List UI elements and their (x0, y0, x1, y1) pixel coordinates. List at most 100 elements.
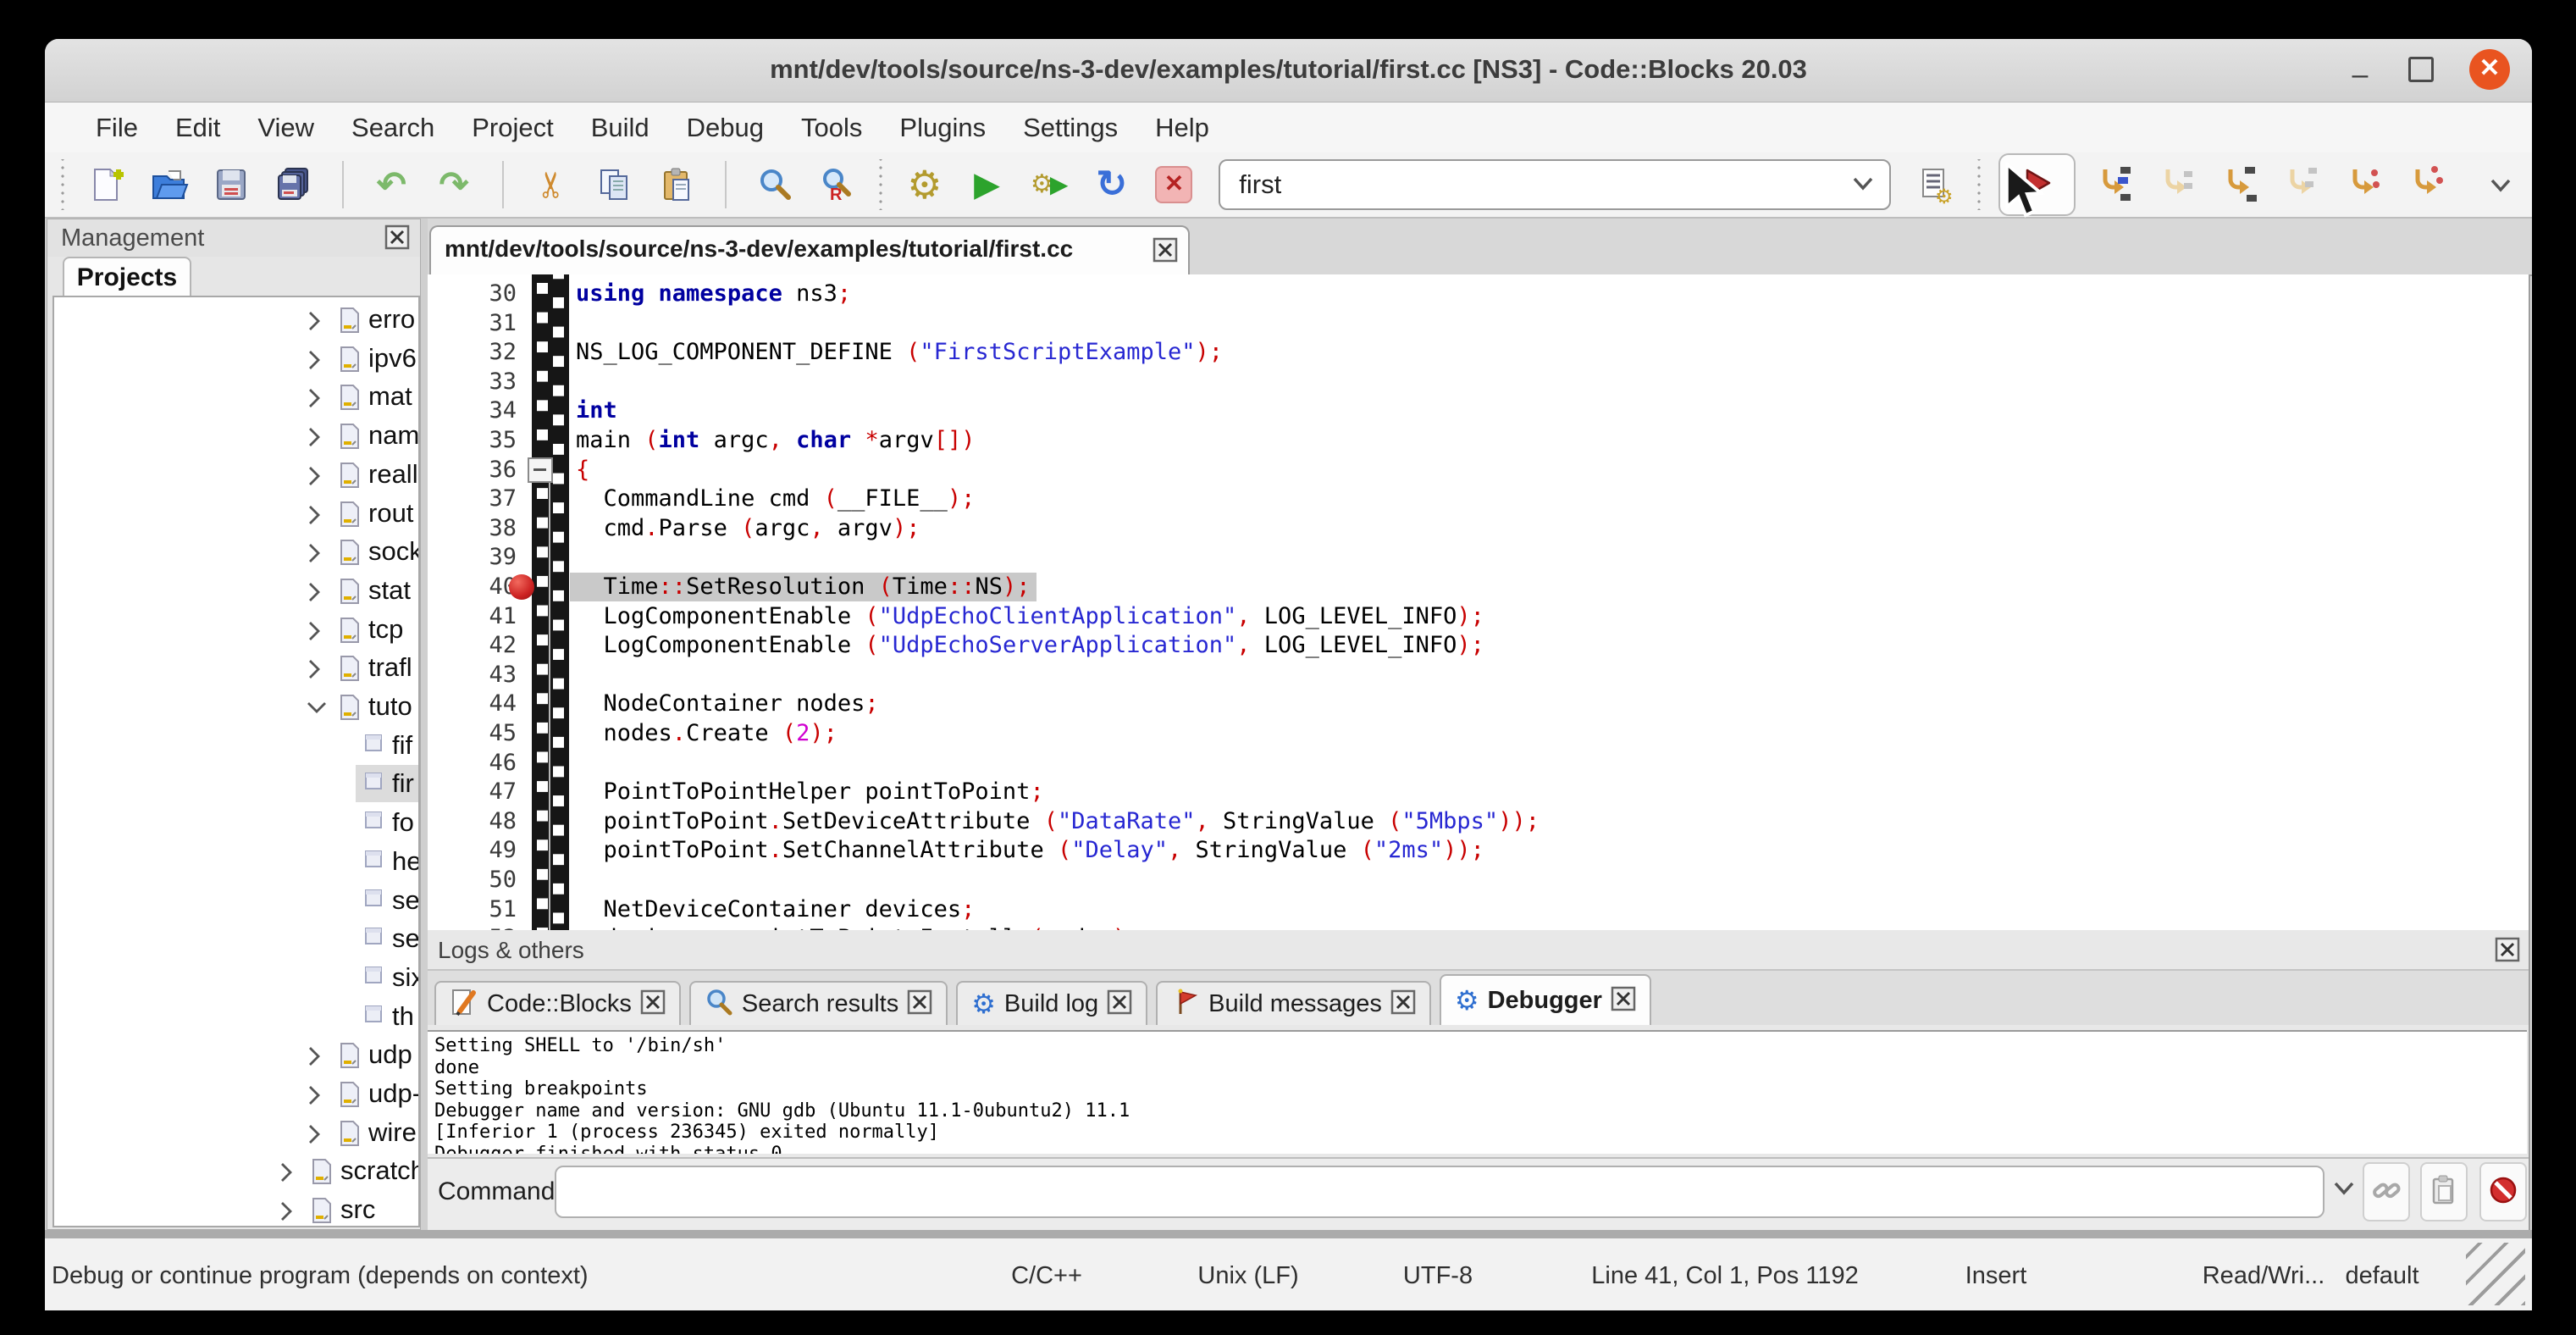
save-button[interactable] (211, 161, 252, 208)
step-into-button[interactable] (2219, 161, 2259, 208)
chevron-down-icon[interactable] (1850, 173, 1876, 197)
toolbar-grip[interactable] (1975, 159, 1983, 210)
tree-item-se[interactable]: se (54, 920, 418, 959)
close-icon[interactable] (1611, 986, 1636, 1016)
code-line-40[interactable]: 40 Time::SetResolution (Time::NS); (428, 573, 2529, 602)
menu-build[interactable]: Build (591, 113, 650, 143)
tree-item-th[interactable]: th (54, 998, 418, 1037)
step-into-instruction-button[interactable] (2406, 161, 2446, 208)
chevron-right-icon[interactable] (304, 424, 324, 455)
chevron-right-icon[interactable] (276, 1198, 296, 1227)
close-icon[interactable] (1107, 989, 1132, 1019)
menu-search[interactable]: Search (351, 113, 434, 143)
step-out-button[interactable] (2280, 161, 2321, 208)
run-button[interactable]: ▶ (967, 161, 1008, 208)
tree-item-udp[interactable]: udp (54, 1036, 418, 1075)
logs-tab-code-blocks[interactable]: Code::Blocks (434, 981, 681, 1025)
menu-project[interactable]: Project (472, 113, 553, 143)
copy-output-button[interactable] (2420, 1162, 2468, 1221)
find-button[interactable] (755, 161, 795, 208)
code-line-32[interactable]: 32NS_LOG_COMPONENT_DEFINE ("FirstScriptE… (428, 338, 2529, 368)
cut-button[interactable]: ✂ (532, 161, 572, 208)
tree-item-scratch[interactable]: scratch (54, 1152, 418, 1191)
replace-button[interactable]: R (816, 161, 857, 208)
code-line-46[interactable]: 46 (428, 749, 2529, 778)
chevron-right-icon[interactable] (304, 618, 324, 649)
chevron-right-icon[interactable] (304, 385, 324, 416)
tree-item-ipv6[interactable]: ipv6 (54, 340, 418, 379)
close-icon[interactable] (384, 224, 410, 254)
menu-file[interactable]: File (96, 113, 138, 143)
menu-edit[interactable]: Edit (175, 113, 220, 143)
chevron-right-icon[interactable] (304, 1082, 324, 1113)
chevron-right-icon[interactable] (304, 501, 324, 533)
code-editor[interactable]: 30using namespace ns3;3132NS_LOG_COMPONE… (428, 274, 2530, 930)
chevron-right-icon[interactable] (304, 307, 324, 339)
logs-tab-search-results[interactable]: Search results (689, 981, 948, 1025)
toolbar-overflow-button[interactable] (2480, 161, 2521, 208)
tree-item-fir[interactable]: fir (54, 765, 418, 804)
tree-item-he[interactable]: he (54, 843, 418, 882)
toolbar-grip[interactable] (876, 159, 885, 210)
code-line-49[interactable]: 49 pointToPoint.SetChannelAttribute ("De… (428, 836, 2529, 866)
menu-help[interactable]: Help (1155, 113, 1209, 143)
code-line-31[interactable]: 31 (428, 309, 2529, 339)
chevron-right-icon[interactable] (304, 1043, 324, 1074)
toolbar-grip[interactable] (58, 159, 67, 210)
chevron-right-icon[interactable] (304, 346, 324, 378)
menu-plugins[interactable]: Plugins (899, 113, 986, 143)
copy-button[interactable] (594, 161, 634, 208)
chevron-right-icon[interactable] (304, 656, 324, 687)
close-icon[interactable] (1390, 989, 1416, 1019)
minimize-button[interactable]: – (2347, 53, 2373, 86)
maximize-button[interactable] (2408, 57, 2434, 82)
next-instruction-button[interactable] (2343, 161, 2384, 208)
build-target-combobox[interactable]: first (1219, 159, 1890, 210)
chevron-right-icon[interactable] (304, 1121, 324, 1152)
code-line-47[interactable]: 47 PointToPointHelper pointToPoint; (428, 778, 2529, 807)
code-line-41[interactable]: 41 LogComponentEnable ("UdpEchoClientApp… (428, 602, 2529, 632)
close-icon[interactable] (640, 989, 666, 1019)
stop-debugger-button[interactable] (2479, 1162, 2527, 1221)
close-button[interactable]: ✕ (2469, 49, 2510, 90)
run-to-cursor-button[interactable] (2093, 161, 2134, 208)
tree-item-nam[interactable]: nam (54, 417, 418, 456)
abort-button[interactable]: ✕ (1154, 161, 1195, 208)
code-line-45[interactable]: 45 nodes.Create (2); (428, 719, 2529, 749)
build-target-options-button[interactable]: ⚙ (1915, 161, 1956, 208)
code-line-35[interactable]: 35main (int argc, char *argv[]) (428, 426, 2529, 456)
tree-item-stat[interactable]: stat (54, 572, 418, 611)
tree-item-trafl[interactable]: trafl (54, 649, 418, 688)
menu-view[interactable]: View (257, 113, 314, 143)
menu-tools[interactable]: Tools (801, 113, 862, 143)
code-line-39[interactable]: 39 (428, 543, 2529, 573)
tree-item-six[interactable]: six (54, 959, 418, 998)
editor-tab-first-cc[interactable]: mnt/dev/tools/source/ns-3-dev/examples/t… (429, 225, 1190, 274)
attach-button[interactable] (2363, 1162, 2410, 1221)
tab-projects[interactable]: Projects (63, 257, 191, 297)
command-input[interactable] (555, 1166, 2324, 1218)
code-line-50[interactable]: 50 (428, 866, 2529, 895)
code-line-37[interactable]: 37 CommandLine cmd (__FILE__); (428, 485, 2529, 514)
tree-item-erro[interactable]: erro (54, 301, 418, 340)
menu-settings[interactable]: Settings (1023, 113, 1118, 143)
menu-debug[interactable]: Debug (687, 113, 764, 143)
fold-marker[interactable] (528, 457, 553, 483)
close-icon[interactable] (2495, 937, 2520, 967)
redo-button[interactable]: ↷ (434, 161, 474, 208)
chevron-down-icon[interactable] (304, 695, 329, 724)
close-icon[interactable] (907, 989, 932, 1019)
chevron-right-icon[interactable] (304, 579, 324, 610)
tree-item-fif[interactable]: fif (54, 727, 418, 766)
code-line-43[interactable]: 43 (428, 661, 2529, 690)
open-file-button[interactable] (149, 161, 190, 208)
titlebar[interactable]: mnt/dev/tools/source/ns-3-dev/examples/t… (45, 39, 2532, 102)
logs-tab-build-messages[interactable]: Build messages (1156, 981, 1431, 1025)
chevron-right-icon[interactable] (304, 463, 324, 494)
breakpoint-marker[interactable] (509, 574, 534, 600)
new-file-button[interactable] (86, 161, 127, 208)
chevron-right-icon[interactable] (304, 540, 324, 571)
tree-item-fo[interactable]: fo (54, 804, 418, 843)
tree-item-se[interactable]: se (54, 882, 418, 921)
tree-item-sock[interactable]: sock (54, 533, 418, 572)
